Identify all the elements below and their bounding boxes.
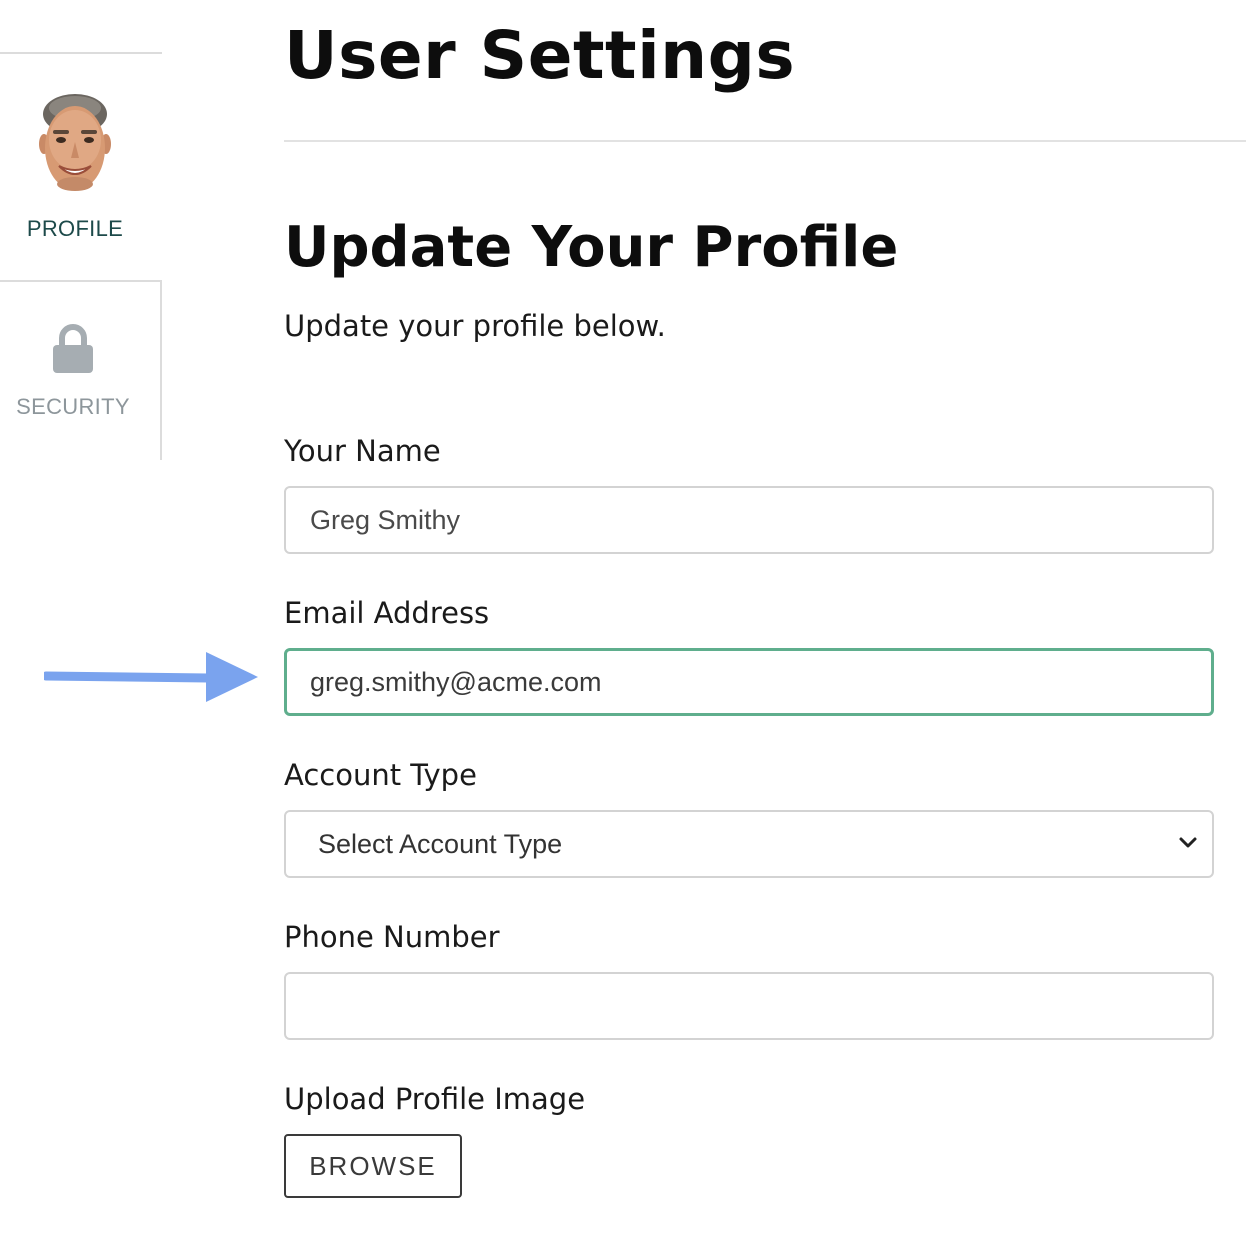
account-type-label: Account Type: [284, 758, 477, 792]
phone-label: Phone Number: [284, 920, 500, 954]
avatar: [39, 94, 111, 191]
email-field[interactable]: [284, 648, 1214, 716]
sidebar-item-security[interactable]: SECURITY: [0, 282, 162, 460]
upload-label: Upload Profile Image: [284, 1082, 586, 1116]
settings-sidebar: PROFILE SECURITY: [0, 52, 162, 460]
browse-button[interactable]: BROWSE: [284, 1134, 462, 1198]
section-subtitle: Update your profile below.: [284, 309, 666, 343]
account-type-selected-value: Select Account Type: [318, 829, 563, 859]
title-divider: [284, 140, 1246, 142]
section-title: Update Your Profile: [284, 215, 899, 280]
sidebar-item-label: SECURITY: [16, 394, 130, 419]
page-title: User Settings: [284, 17, 796, 94]
lock-icon: [53, 324, 93, 373]
chevron-down-icon: [1179, 837, 1197, 848]
sidebar-item-profile[interactable]: PROFILE: [0, 54, 160, 280]
phone-field[interactable]: [284, 972, 1214, 1040]
account-type-select[interactable]: Select Account Type: [284, 810, 1214, 878]
email-label: Email Address: [284, 596, 490, 630]
name-field[interactable]: [284, 486, 1214, 554]
arrow-right-icon: [44, 652, 258, 702]
name-label: Your Name: [284, 434, 441, 468]
sidebar-item-label: PROFILE: [26, 216, 124, 241]
